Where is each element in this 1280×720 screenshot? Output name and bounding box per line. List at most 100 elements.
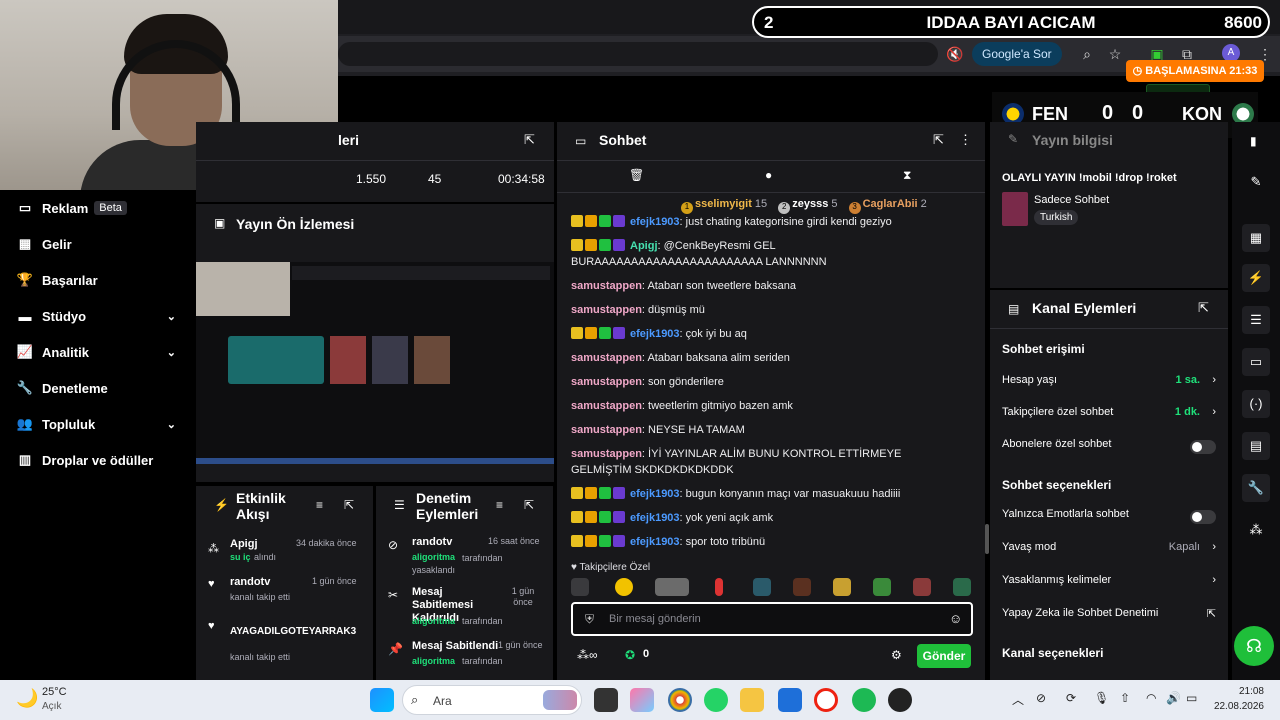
battery-icon[interactable]: ▭ <box>1186 691 1197 705</box>
popout-icon[interactable]: ⇱ <box>344 498 354 512</box>
task-view-icon[interactable] <box>594 688 618 712</box>
followers-chat-row[interactable]: Takipçilere özel sohbet 1 dk. › <box>1002 406 1216 426</box>
chat-bubble-icon[interactable]: ▭ <box>1242 348 1270 376</box>
chat-message: efejk1903: bugun konyanın maçı var masua… <box>571 486 961 502</box>
wrench-icon[interactable]: 🔧 <box>1242 474 1270 502</box>
address-bar[interactable] <box>338 42 938 66</box>
copilot-icon[interactable] <box>630 688 654 712</box>
stream-preview-video[interactable] <box>196 262 554 464</box>
nav-item-droplar[interactable]: ▥ Droplar ve ödüller <box>16 448 186 472</box>
filter-icon[interactable]: ≡ <box>496 498 503 512</box>
emoji-icon[interactable]: ☺ <box>949 611 962 626</box>
emote[interactable] <box>873 578 891 596</box>
emote[interactable] <box>833 578 851 596</box>
support-headset-icon[interactable]: ☊ <box>1234 626 1274 666</box>
emote[interactable] <box>913 578 931 596</box>
search-highlight-image <box>543 690 577 710</box>
emote[interactable] <box>615 578 633 596</box>
emote[interactable] <box>655 578 689 596</box>
taskbar-search[interactable]: ⌕ Ara <box>402 685 582 715</box>
broadcast-icon[interactable]: (·) <box>1242 390 1270 418</box>
drops-icon[interactable]: ⁂ <box>1242 516 1270 544</box>
nav-item-topluluk[interactable]: 👥 Topluluk ⌄ <box>16 412 186 436</box>
chat-scrollbar[interactable] <box>985 524 989 554</box>
menu-dots-icon[interactable]: ⋮ <box>959 132 972 148</box>
chat-icon[interactable]: ● <box>765 168 772 182</box>
store-icon[interactable] <box>778 688 802 712</box>
chat-username[interactable]: samustappen <box>571 400 642 412</box>
stream-tag[interactable]: Turkish <box>1034 210 1079 225</box>
weather-temp[interactable]: 25°C <box>42 686 67 698</box>
popout-icon[interactable]: ⇱ <box>933 132 944 148</box>
activity-time: 34 dakika önce <box>296 538 357 548</box>
chat-username[interactable]: samustappen <box>571 376 642 388</box>
chat-username[interactable]: efejk1903 <box>630 536 680 548</box>
nav-item-gelir[interactable]: ▦ Gelir <box>16 232 186 256</box>
whatsapp-icon[interactable] <box>704 688 728 712</box>
chat-username[interactable]: samustappen <box>571 448 642 460</box>
emote-bar <box>571 578 971 598</box>
category-name[interactable]: Sadece Sohbet <box>1034 194 1109 206</box>
chat-username[interactable]: efejk1903 <box>630 216 680 228</box>
menu-icon[interactable]: ▮ <box>1250 134 1257 148</box>
nav-item-basarilar[interactable]: 🏆 Başarılar <box>16 268 186 292</box>
send-button[interactable]: Gönder <box>917 644 971 668</box>
volume-icon[interactable]: 🔊 <box>1166 691 1181 705</box>
chat-username[interactable]: samustappen <box>571 304 642 316</box>
file-explorer-icon[interactable] <box>740 688 764 712</box>
popout-icon[interactable]: ⇱ <box>524 132 535 148</box>
settings-gear-icon[interactable]: ⚙ <box>891 648 902 662</box>
list-icon[interactable]: ☰ <box>1242 306 1270 334</box>
opera-icon[interactable] <box>814 688 838 712</box>
wifi-icon[interactable]: ◠ <box>1146 691 1156 705</box>
chat-username[interactable]: efejk1903 <box>630 328 680 340</box>
channel-actions-icon[interactable]: ▤ <box>1242 432 1270 460</box>
update-icon[interactable]: ⇧ <box>1120 691 1130 705</box>
mute-icon[interactable]: 🔇 <box>944 43 966 65</box>
chat-username[interactable]: samustappen <box>571 280 642 292</box>
nav-item-studyo[interactable]: ▬ Stüdyo ⌄ <box>16 304 186 328</box>
obs-icon[interactable] <box>888 688 912 712</box>
chat-username[interactable]: efejk1903 <box>630 488 680 500</box>
microphone-icon[interactable]: 🎙 <box>1094 691 1109 705</box>
emote[interactable] <box>715 578 723 596</box>
google-ask-button[interactable]: Google'a Sor <box>972 42 1062 66</box>
chat-username[interactable]: samustappen <box>571 352 642 364</box>
spotify-icon[interactable] <box>852 688 876 712</box>
subs-chat-toggle[interactable] <box>1190 440 1216 454</box>
filter-icon[interactable]: ≡ <box>316 498 323 512</box>
chrome-icon[interactable] <box>668 688 692 712</box>
hourglass-icon[interactable]: ⧗ <box>903 168 911 183</box>
windows-start-icon[interactable] <box>370 688 394 712</box>
category-thumbnail[interactable] <box>1002 192 1028 226</box>
emote-only-toggle[interactable] <box>1190 510 1216 524</box>
chevron-up-icon[interactable]: ︿ <box>1012 691 1024 708</box>
tray-app-icon[interactable]: ⊘ <box>1036 691 1046 705</box>
account-age-row[interactable]: Hesap yaşı 1 sa. › <box>1002 374 1216 394</box>
chat-username[interactable]: Apigj <box>630 240 658 252</box>
bolt-icon[interactable]: ⚡ <box>1242 264 1270 292</box>
slow-mode-row[interactable]: Yavaş mod Kapalı › <box>1002 541 1216 561</box>
bookmark-star-icon[interactable]: ☆ <box>1104 43 1126 65</box>
chat-input-box[interactable]: ⛨ Bir mesaj gönderin ☺ <box>571 602 973 636</box>
ai-moderation-row[interactable]: Yapay Zeka ile Sohbet Denetimi ⇱ <box>1002 607 1216 627</box>
clock-time[interactable]: 21:08 <box>1212 686 1264 697</box>
sync-icon[interactable]: ⟳ <box>1066 691 1076 705</box>
chat-username[interactable]: samustappen <box>571 424 642 436</box>
calendar-icon[interactable]: ▦ <box>1242 224 1270 252</box>
trash-icon[interactable]: 🗑 <box>629 168 644 182</box>
channel-points-icon[interactable]: ⁂∞ <box>577 648 598 662</box>
edit-icon[interactable]: ✎ <box>1242 168 1270 196</box>
emote[interactable] <box>571 578 589 596</box>
emote[interactable] <box>953 578 971 596</box>
nav-item-analitik[interactable]: 📈 Analitik ⌄ <box>16 340 186 364</box>
nav-item-denetleme[interactable]: 🔧 Denetleme <box>16 376 186 400</box>
banned-words-row[interactable]: Yasaklanmış kelimeler › <box>1002 574 1216 594</box>
popout-icon[interactable]: ⇱ <box>1198 300 1209 316</box>
chat-username[interactable]: efejk1903 <box>630 512 680 524</box>
emote[interactable] <box>753 578 771 596</box>
search-icon[interactable]: ⌕ <box>1076 43 1098 65</box>
nav-item-reklam[interactable]: ▭ Reklam Beta <box>16 196 186 220</box>
popout-icon[interactable]: ⇱ <box>524 498 534 512</box>
emote[interactable] <box>793 578 811 596</box>
